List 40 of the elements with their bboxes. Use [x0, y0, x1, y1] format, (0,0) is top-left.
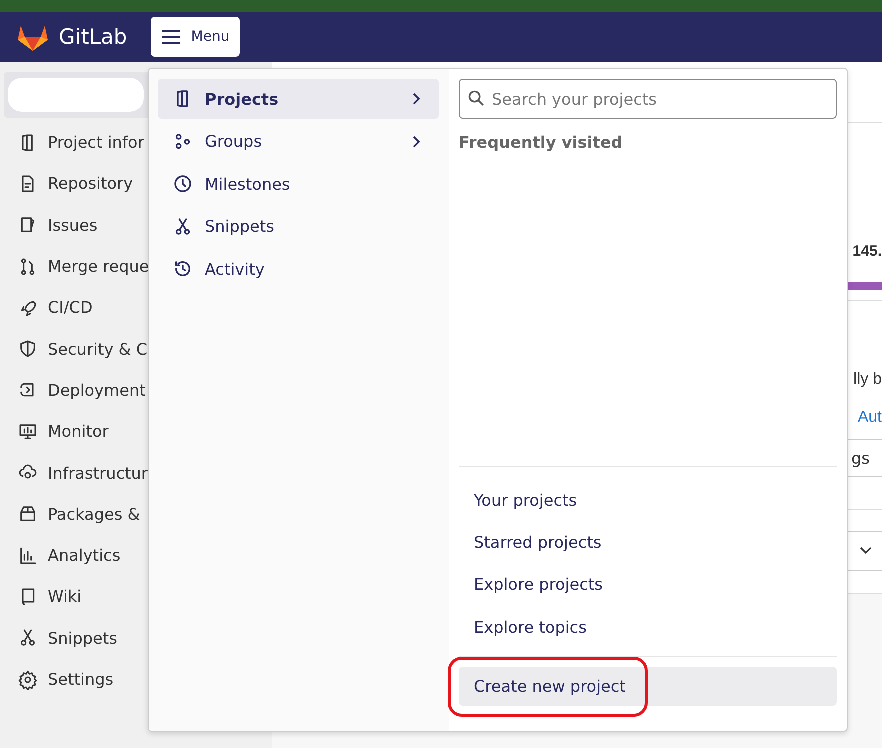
monitor-icon	[18, 422, 38, 442]
sidebar-item[interactable]: CI/CD	[0, 287, 272, 328]
sidebar-item[interactable]: Snippets	[0, 618, 272, 659]
sidebar-item[interactable]: Security & C	[0, 328, 272, 370]
sidebar-item[interactable]: Wiki	[0, 576, 272, 618]
chart-icon	[18, 546, 38, 566]
section-title: Frequently visited	[459, 133, 624, 152]
menu-link[interactable]: Starred projects	[459, 521, 837, 564]
package-icon	[18, 504, 38, 524]
menu-link[interactable]: Your projects	[459, 479, 837, 522]
menu-item[interactable]: Activity	[158, 249, 439, 289]
menu-item[interactable]: Snippets	[158, 206, 439, 246]
groups-icon	[173, 132, 193, 152]
menu-icon	[161, 30, 182, 44]
link[interactable]: Aut	[858, 409, 882, 427]
history-icon	[173, 259, 193, 279]
sidebar-item[interactable]: Infrastructur	[0, 452, 272, 494]
logo-text[interactable]: GitLab	[59, 25, 128, 49]
search-icon	[468, 90, 485, 107]
menu-item[interactable]: Milestones	[158, 164, 439, 204]
menu-link[interactable]: Explore topics	[459, 606, 837, 648]
menu-item[interactable]: Groups	[158, 122, 439, 162]
scissors-icon	[173, 216, 193, 236]
sidebar-item[interactable]: Monitor	[0, 411, 272, 452]
shield-icon	[18, 339, 38, 360]
body-text: lly b	[854, 371, 882, 389]
sidebar-item[interactable]: Settings	[0, 658, 272, 700]
menu-link[interactable]: Explore projects	[459, 564, 837, 606]
menu-button[interactable]: Menu	[151, 17, 240, 57]
sidebar-item[interactable]: Deployment	[0, 370, 272, 412]
menu-item[interactable]: Projects	[158, 79, 439, 119]
heading-text: 145.	[852, 243, 882, 260]
search-field[interactable]: Search your projects	[459, 79, 837, 119]
settings-icon	[18, 670, 38, 690]
chevron-down-icon	[860, 547, 872, 555]
create-project-link[interactable]: Create new project	[459, 667, 837, 706]
sidebar-item[interactable]: Analytics	[0, 534, 272, 576]
clock-icon	[173, 174, 193, 194]
sidebar-item[interactable]: Packages &	[0, 494, 272, 535]
scissors-icon	[18, 628, 38, 648]
